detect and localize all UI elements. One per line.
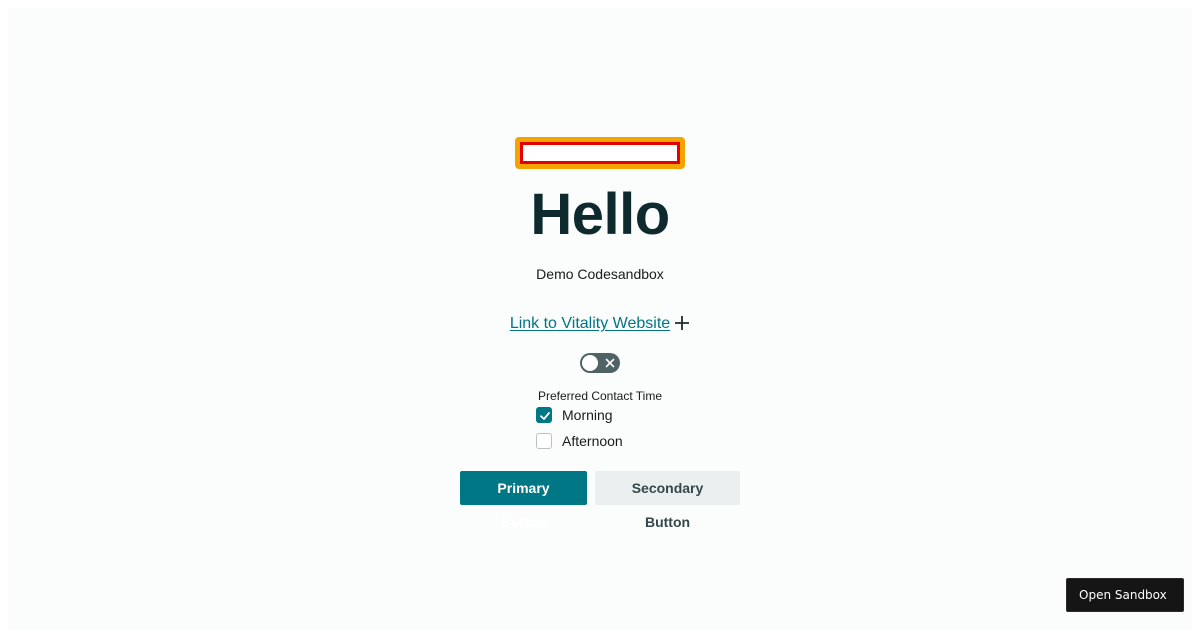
page-subtitle: Demo Codesandbox (536, 266, 664, 282)
secondary-button[interactable]: Secondary Button (595, 471, 740, 530)
morning-label: Morning (562, 407, 613, 423)
vitality-website-link[interactable]: Link to Vitality Website (510, 315, 670, 332)
close-icon (605, 358, 615, 368)
main-content: Hello Demo Codesandbox Link to Vitality … (0, 0, 1200, 630)
checkbox-row-afternoon[interactable]: Afternoon (536, 431, 623, 451)
checkbox-row-morning[interactable]: Morning (536, 405, 613, 425)
logo-placeholder-inner (520, 142, 680, 164)
toggle-knob (582, 355, 598, 371)
logo-placeholder (515, 137, 685, 169)
primary-button[interactable]: Primary Button (460, 471, 587, 530)
toggle-switch[interactable] (580, 353, 620, 373)
plus-icon[interactable] (674, 315, 690, 331)
checkmark-icon (540, 412, 550, 420)
morning-checkbox[interactable] (536, 407, 552, 423)
afternoon-checkbox[interactable] (536, 433, 552, 449)
open-sandbox-button[interactable]: Open Sandbox (1066, 578, 1184, 612)
page-title: Hello (530, 182, 670, 247)
contact-time-legend: Preferred Contact Time (537, 389, 663, 403)
link-row: Link to Vitality Website (0, 315, 1200, 333)
afternoon-label: Afternoon (562, 433, 623, 449)
